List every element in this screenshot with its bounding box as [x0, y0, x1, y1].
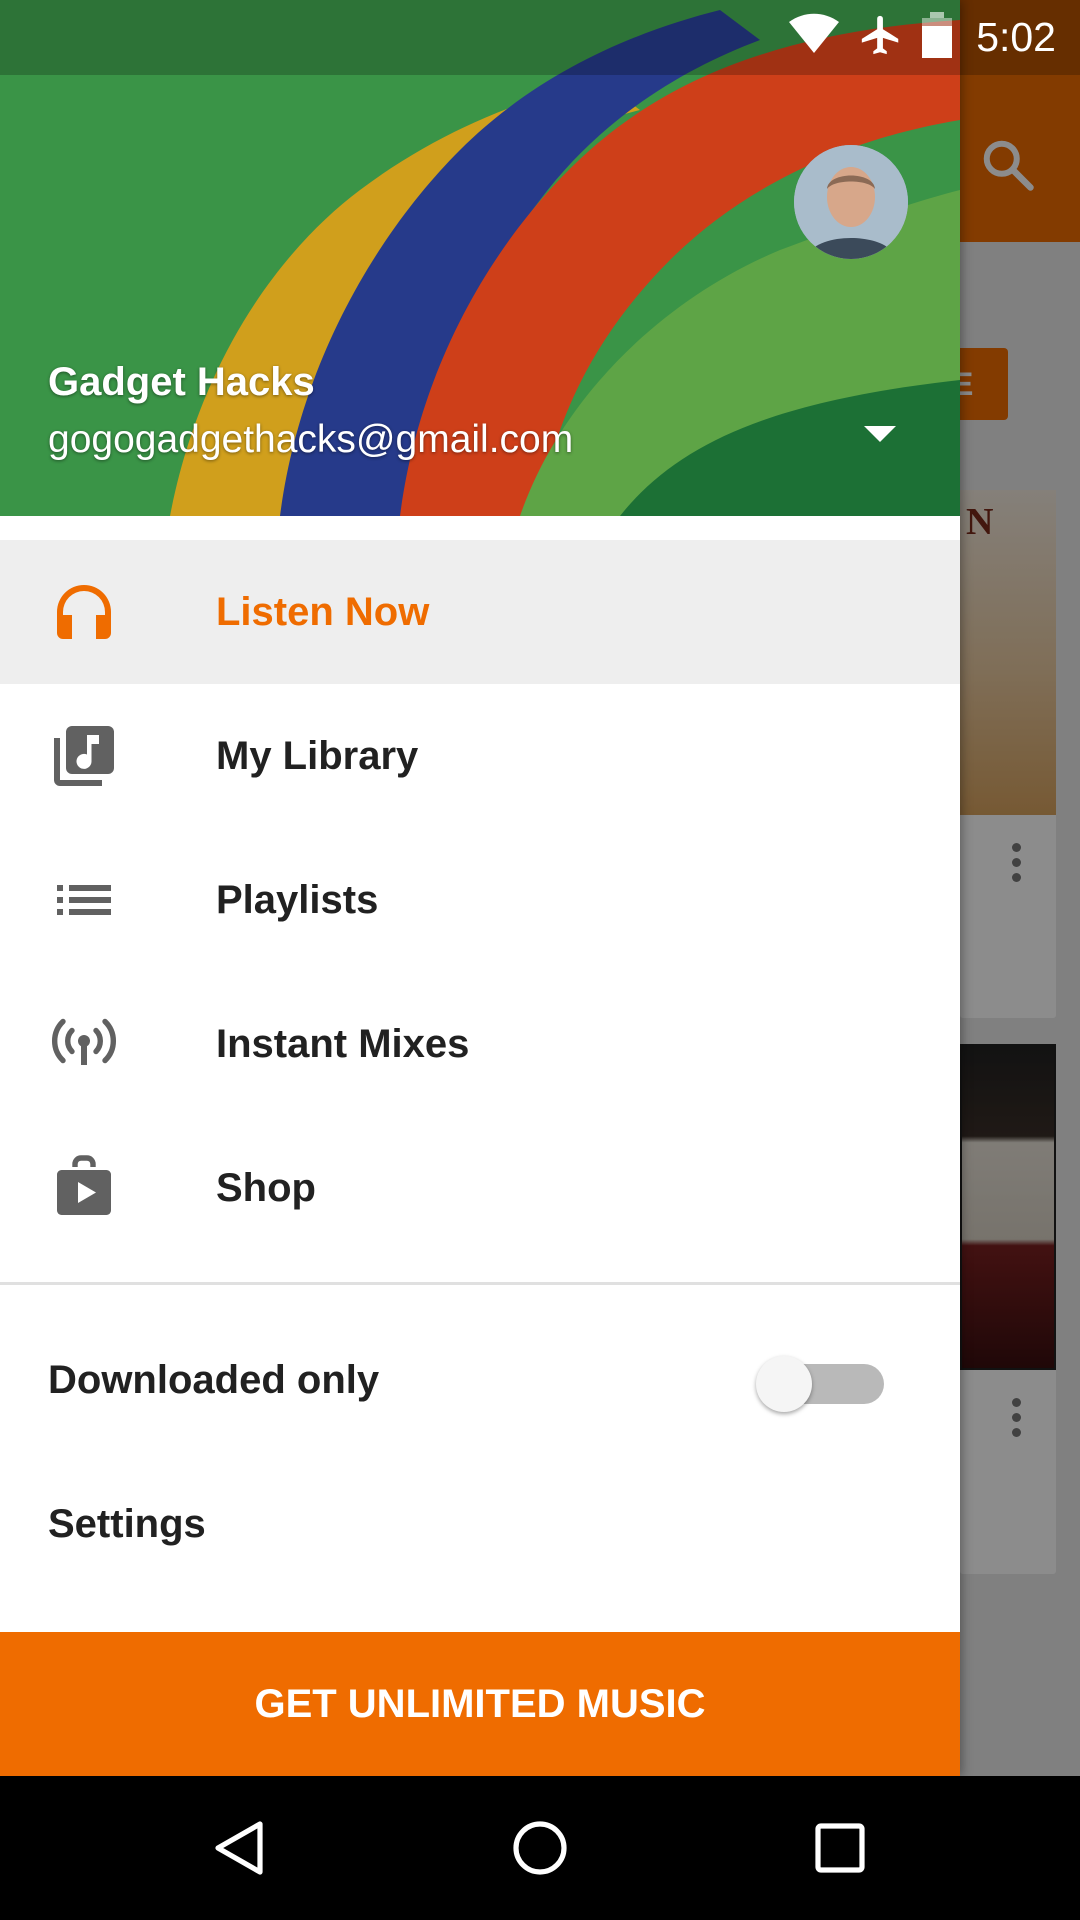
nav-label: Playlists	[216, 878, 379, 922]
nav-item-listen-now[interactable]: Listen Now	[0, 540, 960, 684]
downloaded-only-switch[interactable]	[756, 1356, 884, 1412]
nav-item-playlists[interactable]: Playlists	[0, 828, 960, 972]
avatar[interactable]	[794, 145, 908, 259]
arrow-drop-down-icon[interactable]	[858, 418, 902, 448]
back-icon[interactable]	[210, 1818, 270, 1878]
nav-label: Instant Mixes	[216, 1022, 470, 1066]
shop-bag-icon	[48, 1155, 120, 1218]
nav-label: Shop	[216, 1166, 316, 1210]
nav-label: Listen Now	[216, 590, 430, 634]
battery-icon	[922, 12, 953, 63]
status-bar: 5:02	[0, 0, 1080, 75]
nav-item-shop[interactable]: Shop	[0, 1116, 960, 1260]
account-email: gogogadgethacks@gmail.com	[48, 418, 574, 461]
nav-label: My Library	[216, 734, 419, 778]
playlist-icon	[48, 870, 120, 930]
navigation-drawer: Gadget Hacks gogogadgethacks@gmail.com L…	[0, 0, 960, 1776]
system-nav-bar	[0, 1776, 1080, 1920]
wifi-icon	[788, 13, 840, 62]
drawer-nav-list: Listen Now My Library Playlists Instant …	[0, 540, 960, 1260]
downloaded-only-label: Downloaded only	[48, 1358, 380, 1402]
account-name: Gadget Hacks	[48, 360, 315, 404]
recents-icon[interactable]	[810, 1818, 870, 1878]
status-time: 5:02	[976, 14, 1056, 60]
divider	[0, 1282, 960, 1285]
radio-broadcast-icon	[48, 1014, 120, 1074]
nav-item-instant-mixes[interactable]: Instant Mixes	[0, 972, 960, 1116]
home-icon[interactable]	[510, 1818, 570, 1878]
library-music-icon	[48, 726, 120, 786]
settings-label: Settings	[48, 1502, 206, 1546]
drawer-header: Gadget Hacks gogogadgethacks@gmail.com	[0, 0, 960, 516]
get-unlimited-music-button[interactable]: GET UNLIMITED MUSIC	[0, 1632, 960, 1776]
nav-item-my-library[interactable]: My Library	[0, 684, 960, 828]
settings-row[interactable]: Settings	[0, 1452, 960, 1596]
airplane-mode-icon	[858, 12, 904, 63]
downloaded-only-row[interactable]: Downloaded only	[0, 1308, 960, 1452]
switch-thumb	[756, 1356, 812, 1412]
headphones-icon	[48, 582, 120, 642]
